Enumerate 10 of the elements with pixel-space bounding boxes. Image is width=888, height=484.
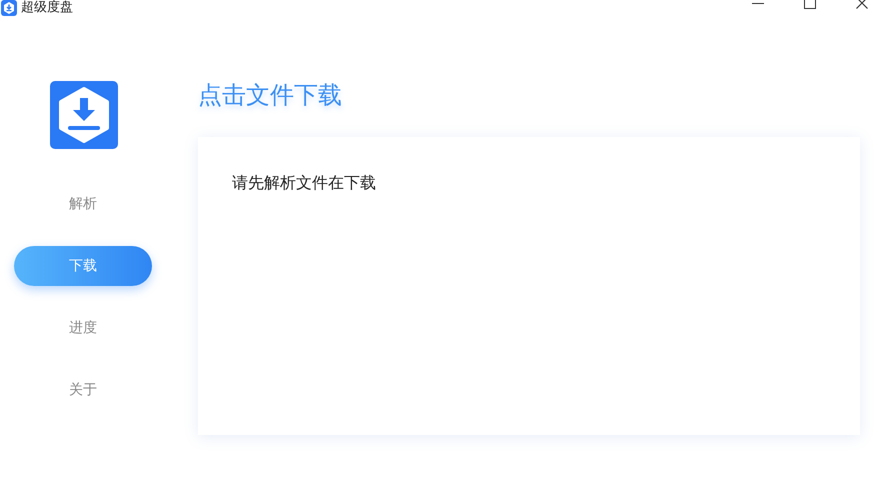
sidebar-item[interactable]: 下载 bbox=[14, 246, 152, 286]
status-message: 请先解析文件在下载 bbox=[232, 173, 376, 192]
page-heading: 点击文件下载 bbox=[198, 80, 343, 111]
maximize-icon[interactable] bbox=[804, 0, 816, 9]
download-logo-icon bbox=[50, 81, 118, 149]
sidebar-item[interactable]: 关于 bbox=[14, 370, 152, 410]
sidebar-item[interactable]: 解析 bbox=[14, 184, 152, 224]
close-icon[interactable] bbox=[856, 0, 868, 9]
sidebar-item[interactable]: 进度 bbox=[14, 308, 152, 348]
window-title: 超级度盘 bbox=[21, 0, 73, 15]
